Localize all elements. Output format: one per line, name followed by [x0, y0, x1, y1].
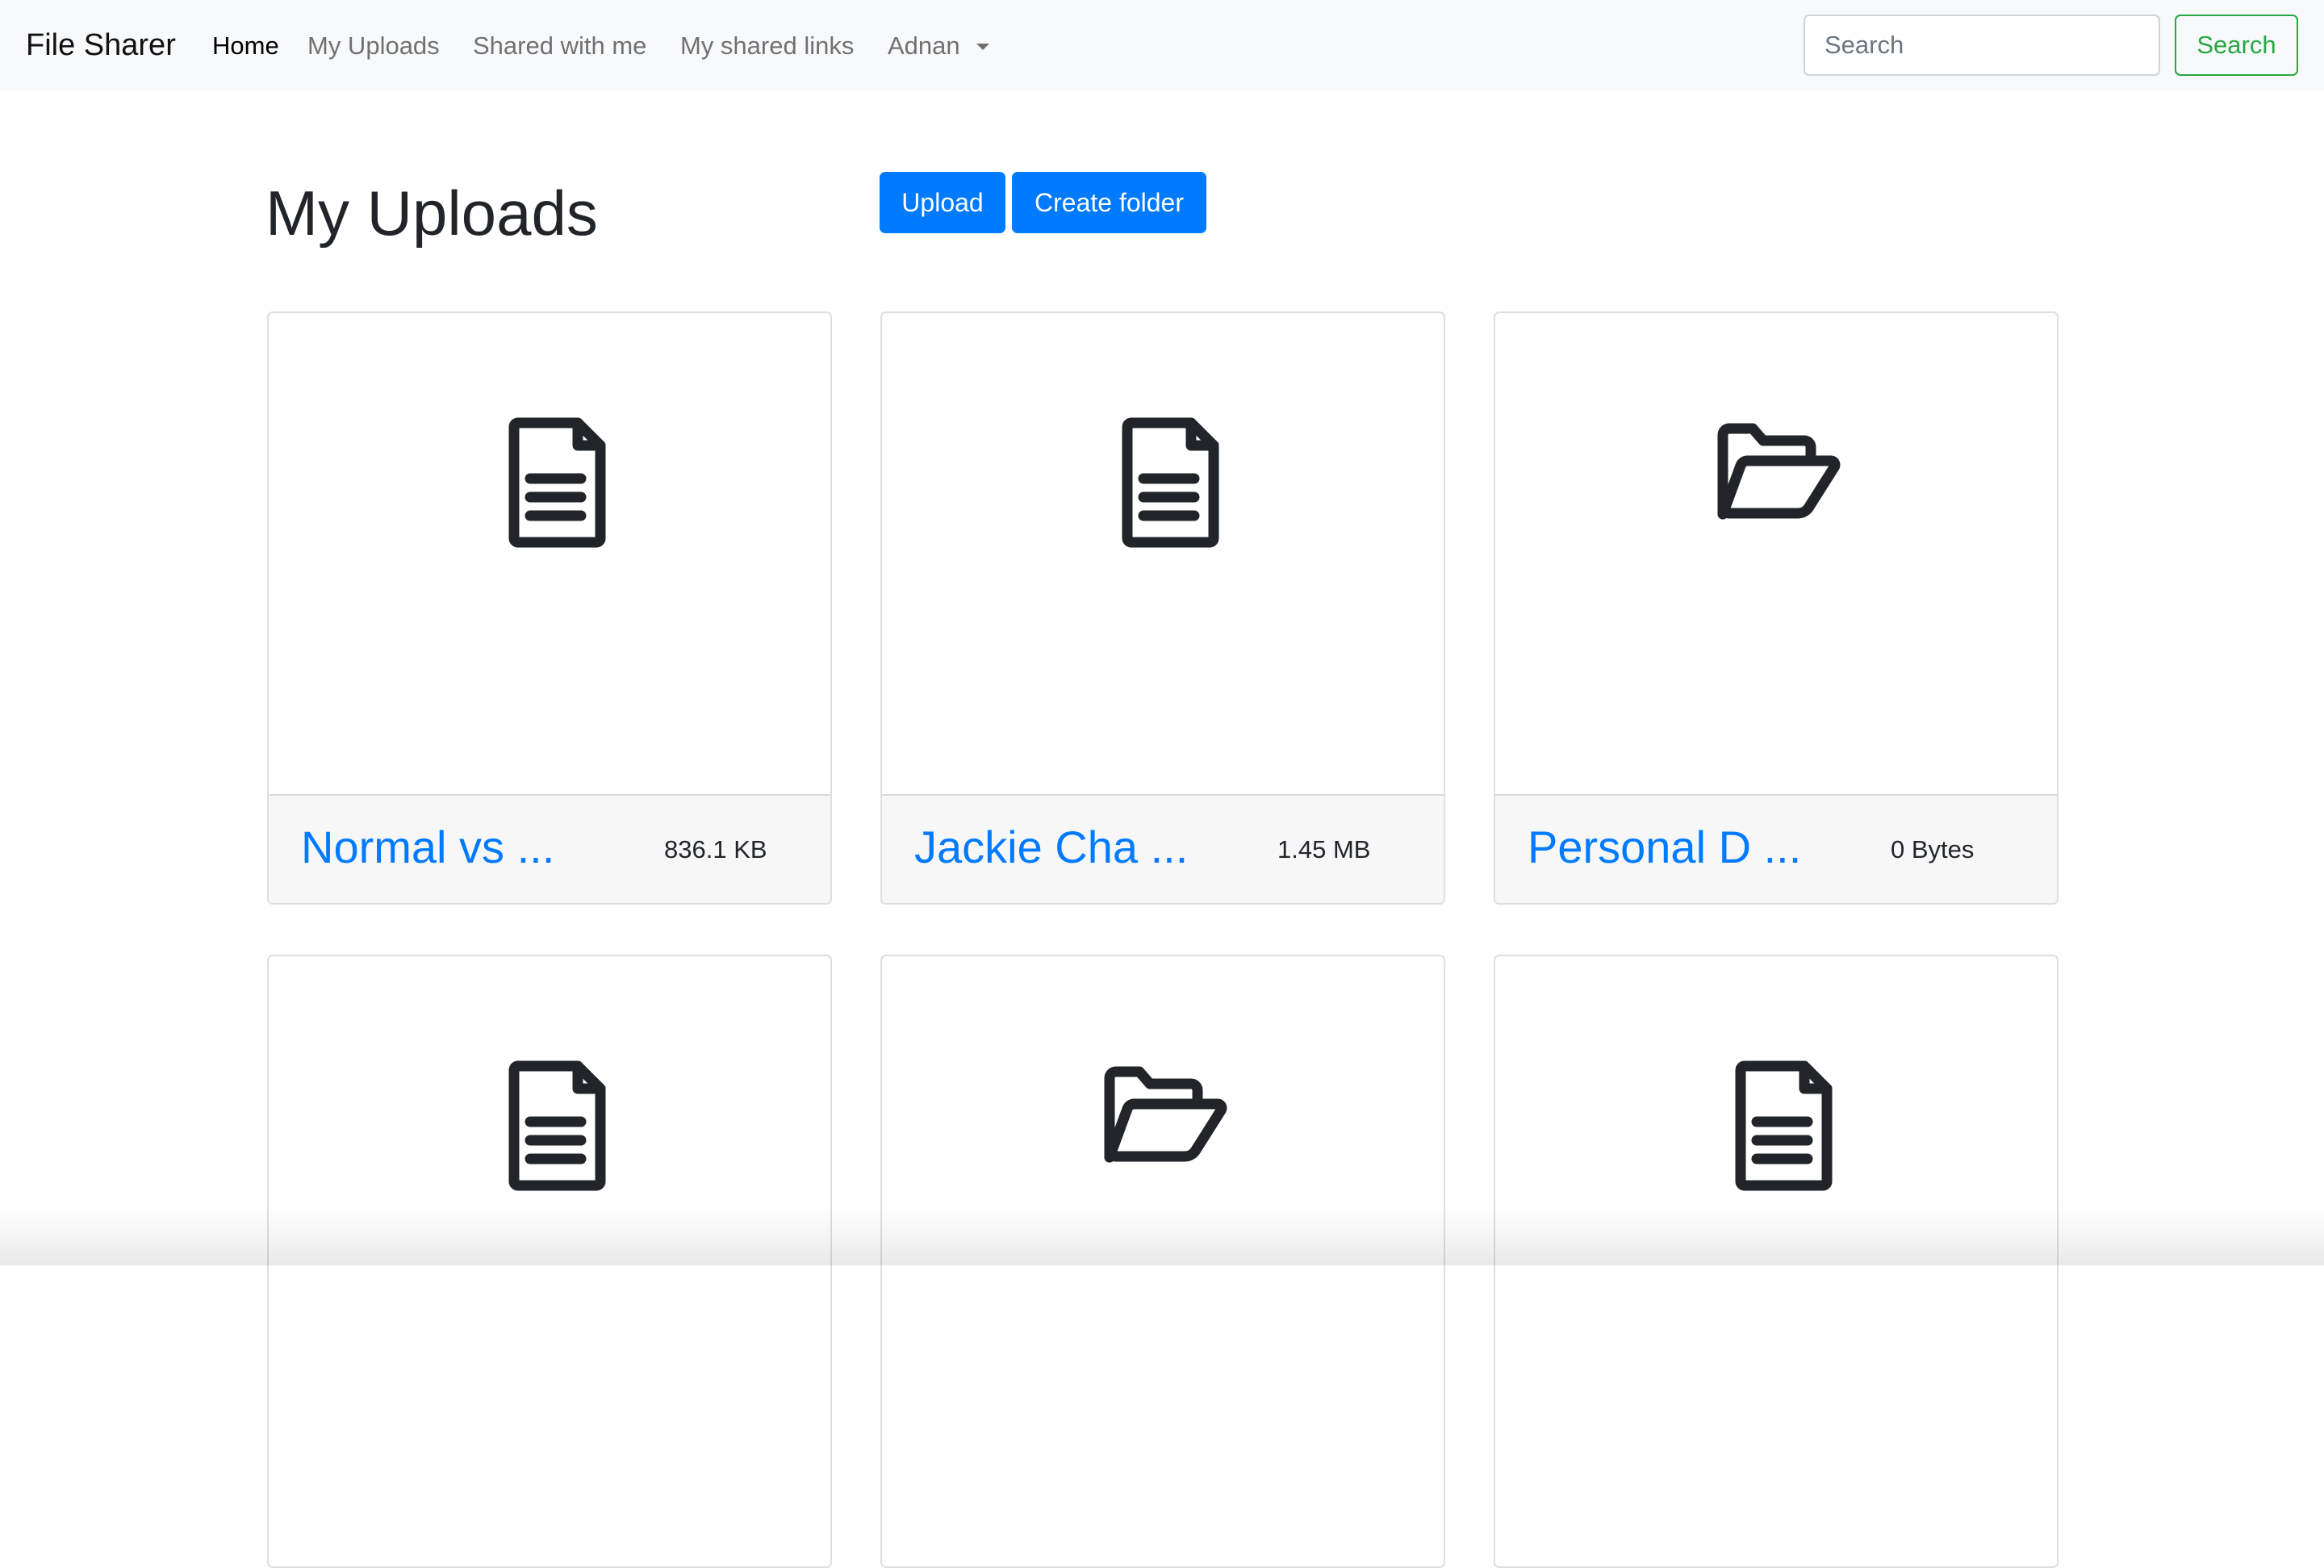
- file-card[interactable]: [267, 955, 832, 1568]
- user-menu-label: Adnan: [888, 31, 960, 60]
- file-text-icon: [1066, 386, 1260, 579]
- nav-link-home[interactable]: Home: [212, 29, 279, 63]
- folder-card[interactable]: [880, 955, 1445, 1568]
- card-footer: Personal D ... 0 Bytes: [1495, 794, 2057, 903]
- upload-button[interactable]: Upload: [880, 172, 1005, 233]
- page-title: My Uploads: [265, 178, 598, 249]
- item-name-link[interactable]: Normal vs ...: [301, 818, 554, 876]
- nav-link-shared-with-me[interactable]: Shared with me: [473, 29, 646, 63]
- file-card[interactable]: Jackie Cha ... 1.45 MB: [880, 312, 1445, 905]
- folder-open-icon: [1066, 1029, 1260, 1223]
- folder-card[interactable]: Personal D ... 0 Bytes: [1494, 312, 2059, 905]
- user-menu-dropdown[interactable]: Adnan: [888, 29, 989, 63]
- card-footer: Jackie Cha ... 1.45 MB: [882, 794, 1444, 903]
- card-body: [882, 313, 1444, 797]
- caret-down-icon: [976, 44, 989, 50]
- file-text-icon: [453, 386, 646, 579]
- card-body: [1495, 313, 2057, 797]
- file-card[interactable]: [1494, 955, 2059, 1568]
- navbar: File Sharer Home My Uploads Shared with …: [0, 0, 2324, 90]
- card-body: [1495, 956, 2057, 1440]
- search-button[interactable]: Search: [2175, 15, 2298, 76]
- item-size: 0 Bytes: [1891, 835, 1975, 863]
- nav-link-my-uploads[interactable]: My Uploads: [307, 29, 440, 63]
- file-text-icon: [453, 1029, 646, 1223]
- file-text-icon: [1679, 1029, 1873, 1223]
- brand-logo[interactable]: File Sharer: [26, 24, 176, 66]
- folder-open-icon: [1679, 386, 1873, 579]
- item-name-link[interactable]: Jackie Cha ...: [914, 818, 1188, 876]
- card-body: [269, 313, 830, 797]
- card-body: [269, 956, 830, 1440]
- file-card[interactable]: Normal vs ... 836.1 KB: [267, 312, 832, 905]
- item-name-link[interactable]: Personal D ...: [1528, 818, 1801, 876]
- card-body: [882, 956, 1444, 1440]
- card-footer: Normal vs ... 836.1 KB: [269, 794, 830, 903]
- nav-link-my-shared-links[interactable]: My shared links: [680, 29, 854, 63]
- search-input[interactable]: [1804, 15, 2160, 76]
- item-size: 836.1 KB: [664, 835, 767, 863]
- item-size: 1.45 MB: [1277, 835, 1371, 863]
- create-folder-button[interactable]: Create folder: [1012, 172, 1206, 233]
